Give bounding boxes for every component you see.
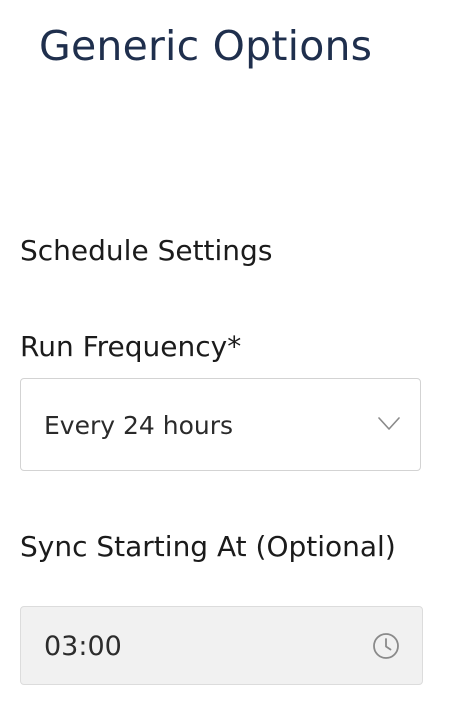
clock-icon[interactable] (372, 632, 400, 660)
run-frequency-select[interactable]: Every 24 hours (20, 378, 421, 471)
run-frequency-selected-value: Every 24 hours (44, 411, 234, 440)
chevron-down-icon (378, 417, 400, 430)
sync-starting-at-time-input[interactable]: 03:00 (20, 606, 423, 685)
sync-starting-at-label: Sync Starting At (Optional) (20, 530, 396, 563)
sync-starting-at-value: 03:00 (44, 631, 122, 662)
page-title: Generic Options (39, 22, 373, 70)
section-title-schedule-settings: Schedule Settings (20, 234, 273, 267)
run-frequency-label: Run Frequency* (20, 330, 242, 363)
